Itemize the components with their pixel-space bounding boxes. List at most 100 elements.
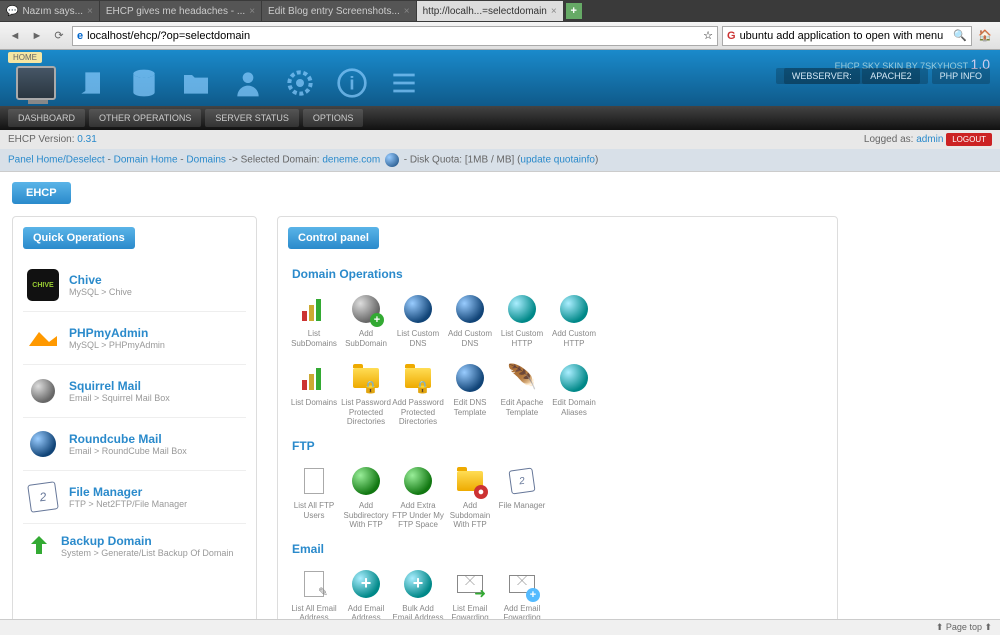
logout-button[interactable]: LOGOUT	[946, 133, 992, 146]
list-ftp-users[interactable]: List All FTP Users	[288, 463, 340, 532]
bulk-add-email[interactable]: +Bulk Add Email Address	[392, 566, 444, 625]
edit-apache-template[interactable]: 🪶Edit Apache Template	[496, 360, 548, 429]
home-tag[interactable]: HOME	[8, 52, 42, 63]
ftp-row: List All FTP Users Add Subdirectory With…	[288, 463, 827, 532]
lock-icon: 🔒	[415, 380, 430, 394]
browser-tab[interactable]: 💬Nazım says...×	[0, 1, 99, 21]
roundcube-icon	[30, 431, 56, 457]
dns-icon	[456, 364, 484, 392]
user-icon[interactable]	[232, 67, 264, 99]
add-subdomain[interactable]: +Add SubDomain	[340, 291, 392, 350]
user-link[interactable]: admin	[916, 134, 943, 145]
quick-operations-panel: Quick Operations CHIVEChiveMySQL > Chive…	[12, 216, 257, 635]
close-icon[interactable]: ×	[249, 6, 255, 17]
add-subdomain-ftp[interactable]: ●Add Subdomain With FTP	[444, 463, 496, 532]
edit-domain-aliases[interactable]: Edit Domain Aliases	[548, 360, 600, 429]
browser-tab-active[interactable]: http://localh...=selectdomain×	[417, 1, 563, 21]
email-row: ✎List All Email Address +Add Email Addre…	[288, 566, 827, 625]
url-input[interactable]	[87, 30, 699, 42]
breadcrumb-domains[interactable]: Domains	[186, 155, 225, 166]
folder-icon[interactable]	[180, 67, 212, 99]
phpinfo-button[interactable]: PHP INFO	[932, 68, 990, 84]
browser-toolbar: ◄ ► ⟳ e ☆ G 🔍 🏠	[0, 22, 1000, 50]
list-subdomains[interactable]: List SubDomains	[288, 291, 340, 350]
url-bar[interactable]: e ☆	[72, 26, 718, 46]
panel-header: HOME EHCP SKY SKIN BY 7SKYHOST 1.0 WEBSE…	[0, 50, 1000, 106]
add-icon: +	[404, 570, 432, 598]
book-icon[interactable]	[76, 67, 108, 99]
chart-icon	[302, 297, 326, 321]
webserver-info: WEBSERVER: APACHE2 PHP INFO	[776, 68, 990, 84]
browser-tab[interactable]: Edit Blog entry Screenshots...×	[262, 1, 416, 21]
list-email[interactable]: ✎List All Email Address	[288, 566, 340, 625]
database-icon[interactable]	[128, 67, 160, 99]
filemanager-icon: 2	[508, 467, 535, 494]
close-icon[interactable]: ×	[551, 6, 557, 17]
chart-icon	[302, 366, 326, 390]
add-email[interactable]: +Add Email Address	[340, 566, 392, 625]
quick-chive[interactable]: CHIVEChiveMySQL > Chive	[23, 259, 246, 312]
dns-icon	[404, 295, 432, 323]
quick-filemanager[interactable]: 2File ManagerFTP > Net2FTP/File Manager	[23, 471, 246, 524]
nav-dashboard[interactable]: DASHBOARD	[8, 109, 85, 127]
add-icon: +	[352, 570, 380, 598]
page-top-link[interactable]: ⬆ Page top ⬆	[936, 622, 992, 632]
globe-icon[interactable]	[385, 153, 399, 167]
monitor-icon[interactable]	[16, 66, 56, 100]
quick-backup[interactable]: Backup DomainSystem > Generate/List Back…	[23, 524, 246, 568]
dns-icon	[456, 295, 484, 323]
close-icon[interactable]: ×	[87, 6, 93, 17]
back-button[interactable]: ◄	[6, 27, 24, 45]
nav-server-status[interactable]: SERVER STATUS	[205, 109, 299, 127]
quick-phpmyadmin[interactable]: PHPmyAdminMySQL > PHPmyAdmin	[23, 312, 246, 365]
update-quota-link[interactable]: update quotainfo	[520, 155, 595, 166]
add-extra-ftp[interactable]: Add Extra FTP Under My FTP Space	[392, 463, 444, 532]
breadcrumb-panel-home[interactable]: Panel Home/Deselect	[8, 155, 105, 166]
bookmark-icon[interactable]: ☆	[703, 29, 713, 42]
add-custom-dns[interactable]: Add Custom DNS	[444, 291, 496, 350]
list-domains[interactable]: List Domains	[288, 360, 340, 429]
forward-button[interactable]: ►	[28, 27, 46, 45]
close-icon[interactable]: ×	[404, 6, 410, 17]
list-custom-dns[interactable]: List Custom DNS	[392, 291, 444, 350]
chive-icon: CHIVE	[27, 269, 59, 301]
http-icon	[560, 295, 588, 323]
gear-icon[interactable]	[284, 67, 316, 99]
ehcp-tab[interactable]: EHCP	[12, 182, 71, 204]
new-tab-button[interactable]: +	[566, 3, 582, 19]
domain-ops-title: Domain Operations	[292, 267, 827, 281]
version-bar: EHCP Version: 0.31 Logged as: admin LOGO…	[0, 130, 1000, 149]
home-icon[interactable]: 🏠	[976, 27, 994, 45]
nav-other-operations[interactable]: OTHER OPERATIONS	[89, 109, 201, 127]
reload-button[interactable]: ⟳	[50, 27, 68, 45]
search-input[interactable]	[740, 30, 950, 42]
backup-icon	[27, 534, 51, 558]
info-icon[interactable]: i	[336, 67, 368, 99]
email-title: Email	[292, 542, 827, 556]
http-icon	[508, 295, 536, 323]
version-link[interactable]: 0.31	[77, 134, 96, 145]
quick-roundcube[interactable]: Roundcube MailEmail > RoundCube Mail Box	[23, 418, 246, 471]
quick-squirrel[interactable]: Squirrel MailEmail > Squirrel Mail Box	[23, 365, 246, 418]
nav-options[interactable]: OPTIONS	[303, 109, 364, 127]
breadcrumb-domain-home[interactable]: Domain Home	[114, 155, 178, 166]
edit-dns-template[interactable]: Edit DNS Template	[444, 360, 496, 429]
search-icon[interactable]: 🔍	[953, 29, 967, 42]
list-email-forward[interactable]: ➜List Email Fowarding	[444, 566, 496, 625]
add-custom-http[interactable]: Add Custom HTTP	[548, 291, 600, 350]
add-sub-ftp[interactable]: Add Subdirectory With FTP	[340, 463, 392, 532]
doc-icon	[304, 468, 324, 494]
globe-icon	[404, 467, 432, 495]
search-box[interactable]: G 🔍	[722, 26, 972, 46]
list-password-dirs[interactable]: 🔒List Password Protected Directories	[340, 360, 392, 429]
list-icon[interactable]	[388, 67, 420, 99]
file-manager[interactable]: 2File Manager	[496, 463, 548, 532]
pencil-icon: ✎	[318, 585, 328, 599]
domain-row2: List Domains 🔒List Password Protected Di…	[288, 360, 827, 429]
plus-icon: ●	[474, 485, 488, 499]
add-password-dirs[interactable]: 🔒Add Password Protected Directories	[392, 360, 444, 429]
list-custom-http[interactable]: List Custom HTTP	[496, 291, 548, 350]
browser-tab[interactable]: EHCP gives me headaches - ...×	[100, 1, 261, 21]
add-email-forward[interactable]: +Add Email Fowarding	[496, 566, 548, 625]
selected-domain-link[interactable]: deneme.com	[322, 155, 380, 166]
